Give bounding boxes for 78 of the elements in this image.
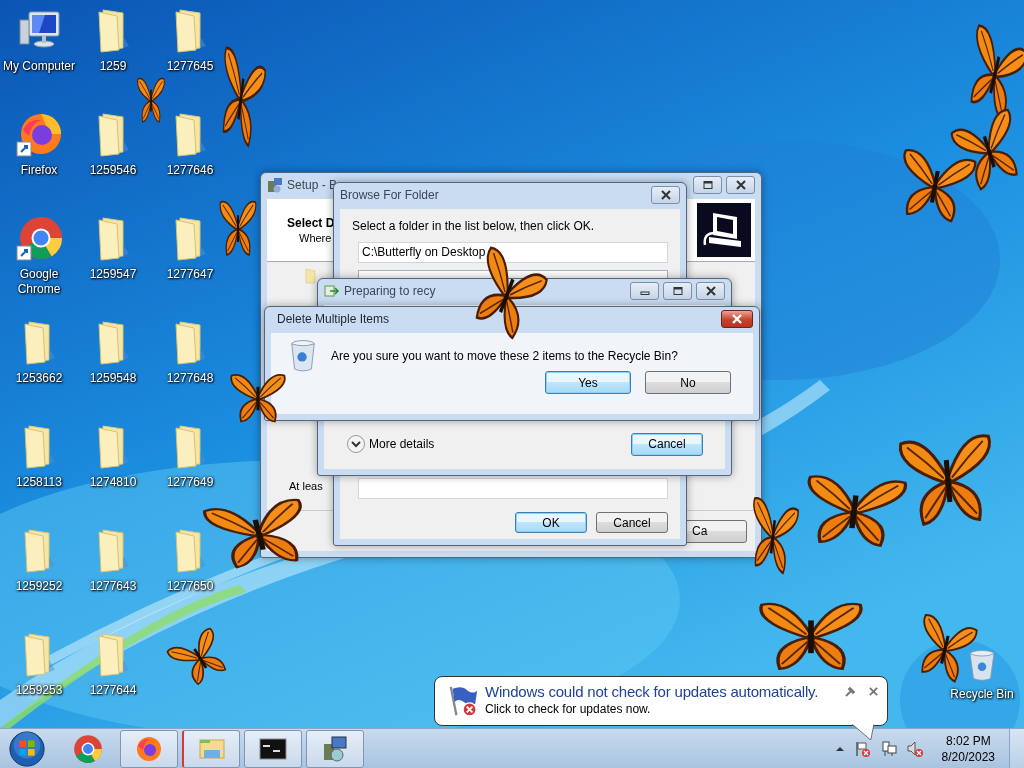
icon-label: 1274810 — [89, 475, 137, 490]
icon-label: 1277644 — [89, 683, 137, 698]
butterfly-drawing — [230, 374, 286, 423]
close-icon — [731, 314, 743, 324]
dialog-button[interactable]: No — [645, 371, 731, 394]
butterfly-drawing — [166, 627, 227, 685]
icon-label: 1259252 — [15, 579, 63, 594]
window-title: Delete Multiple Items — [277, 312, 390, 326]
icon-label: 1277645 — [166, 59, 214, 74]
close-icon — [659, 190, 672, 200]
page-subheading: Where — [299, 232, 332, 244]
butterfly-drawing — [921, 614, 978, 683]
close-icon — [704, 286, 717, 296]
icon-label: 1259548 — [89, 371, 137, 386]
icon-label: 1277649 — [166, 475, 214, 490]
dialog-button[interactable]: OK — [515, 512, 587, 533]
cancel-button[interactable]: Cancel — [631, 432, 703, 456]
chrome-icon[interactable] — [15, 214, 63, 262]
window-title: Preparing to recy — [344, 284, 436, 298]
computer-logo-icon — [697, 203, 751, 257]
dialog-button[interactable]: Cancel — [596, 512, 668, 533]
command-prompt-taskbar-button[interactable] — [244, 729, 302, 768]
recycle-bin-icon — [289, 339, 317, 373]
confirm-message: Are you sure you want to move these 2 items to the Recycle Bin? — [331, 349, 678, 363]
instruction-text: Select a folder in the list below, then click OK. — [352, 219, 596, 233]
balloon-tail — [852, 724, 874, 740]
icon-label: My Computer — [3, 59, 75, 74]
speaker-muted-icon[interactable] — [905, 739, 924, 758]
dialog-button[interactable]: Yes — [545, 371, 631, 394]
settings-icon[interactable] — [844, 686, 856, 698]
folder-icon — [305, 268, 317, 284]
icon-label: Google Chrome — [16, 267, 62, 297]
icon-label: Recycle Bin — [950, 687, 1014, 702]
icon-label: 1277646 — [166, 163, 214, 178]
notification-title: Windows could not check for updates automatically. — [485, 683, 820, 701]
disk-space-note: At leas — [289, 480, 323, 492]
clock-time: 8:02 PM — [945, 732, 991, 749]
close-button[interactable] — [721, 310, 753, 328]
icon-label: 1259546 — [89, 163, 137, 178]
start-button[interactable] — [8, 729, 46, 768]
more-details-link[interactable]: More details — [369, 437, 435, 451]
window-title: Browse For Folder — [340, 188, 439, 202]
firefox-taskbar-button[interactable] — [120, 729, 178, 768]
maximize-icon — [671, 286, 684, 296]
maximize-icon — [701, 180, 714, 190]
notification-text: Click to check for updates now. — [485, 701, 652, 717]
close-button[interactable] — [696, 282, 725, 300]
close-button[interactable] — [651, 186, 680, 204]
icon-label: 1258113 — [16, 475, 62, 490]
expand-chevron-icon[interactable] — [346, 434, 366, 454]
icon-label: 1277648 — [166, 371, 214, 386]
installer-taskbar-button[interactable] — [306, 729, 364, 768]
butterfly-drawing — [219, 200, 257, 256]
icon-label: 1277643 — [89, 579, 137, 594]
network-icon[interactable] — [879, 739, 898, 758]
recycle-progress-icon — [324, 283, 340, 299]
icon-label: 1259547 — [89, 267, 137, 282]
clock[interactable]: 8:02 PM 8/20/2023 — [941, 732, 995, 765]
folder-path-field[interactable]: C:\Butterfly on Desktop — [358, 242, 668, 263]
close-icon — [734, 180, 747, 190]
clock-date: 8/20/2023 — [941, 748, 995, 765]
close-button[interactable] — [726, 176, 755, 194]
icon-label: 1277650 — [166, 579, 214, 594]
icon-label: Firefox — [20, 163, 58, 178]
maximize-button[interactable] — [663, 282, 692, 300]
icon-label: 1277647 — [166, 267, 214, 282]
chrome-icon[interactable] — [72, 732, 104, 765]
explorer-taskbar-button[interactable] — [182, 729, 240, 768]
folder-name-field[interactable] — [358, 478, 668, 499]
close-icon[interactable] — [868, 686, 879, 697]
installer-icon — [267, 177, 283, 193]
flag-error-icon — [447, 685, 479, 717]
icon-label: 1253662 — [15, 371, 63, 386]
icon-label: 1259 — [99, 59, 127, 74]
flag-error-icon[interactable] — [853, 739, 872, 758]
maximize-button[interactable] — [693, 176, 722, 194]
notification-balloon[interactable]: Windows could not check for updates automatically. Click to check for updates now. — [434, 676, 888, 726]
butterfly-drawing — [137, 78, 165, 123]
